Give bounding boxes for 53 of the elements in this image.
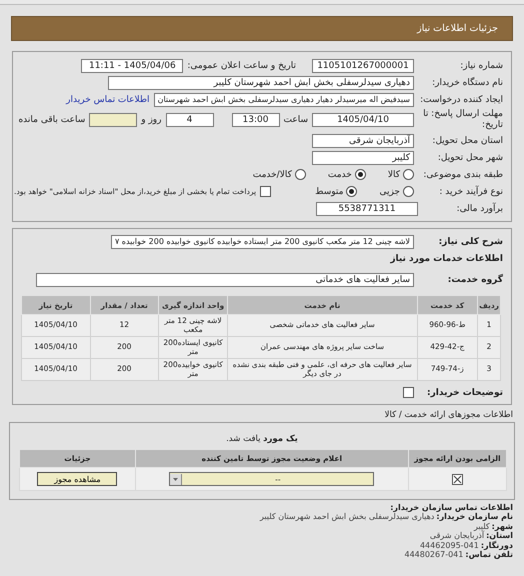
field-label: ساعت باقی مانده [18,115,86,125]
service-group-field: سایر فعالیت های خدماتی [36,272,414,286]
section-title: اطلاعات مجوزهای ارائه خدمت / کالا [384,410,513,420]
category-radio[interactable]: کالا [388,169,414,180]
buyer-org-field: دهیاری سیدلرسفلی بخش ابش احمد شهرستان کلیبر [108,76,414,90]
category-radio[interactable]: کالا/خدمت [252,169,306,180]
field-label: ساعت [284,115,308,125]
field-label: روز و [141,115,162,125]
category-radio[interactable]: خدمت [328,169,366,180]
contact-label: استان: [486,531,513,540]
buyer-contact-link[interactable]: اطلاعات تماس خریدار [66,94,150,104]
result-count: یک مورد یافت شد. [225,433,299,446]
field-label: طبقه بندی موضوعی: [422,170,503,180]
field-label: توضیحات خریدار: [426,388,503,398]
remaining-hours-field [89,113,138,127]
contact-value: آذربایجان شرقی [430,531,484,540]
city-field: کلیبر [312,150,414,164]
field-label: استان محل تحویل: [431,136,503,146]
contact-value: 041-44480267 [404,550,464,560]
budget-field: 5538771311 [316,202,418,216]
contact-title: اطلاعات تماس سازمان خریدار: [390,503,513,512]
deadline-time-field: 13:00 [232,113,280,127]
field-label: شهر محل تحویل: [436,152,503,162]
announce-date-field: 1405/04/06 - 11:11 [81,58,184,72]
field-label: نوع فرآیند خرید : [438,186,503,196]
purchase-type-radio[interactable]: متوسط [315,186,358,197]
days-field: 4 [166,113,214,127]
field-label: تاریخ و ساعت اعلان عمومی: [187,60,296,70]
contact-value: 041-44462095 [420,540,479,550]
need-number-field: 1105101267000001 [312,58,414,72]
contact-label: دورنگار: [480,540,513,550]
section-title: اطلاعات خدمات مورد نیاز [390,254,503,264]
contact-value: دهیاری سیدلرسفلی بخش ابش احمد شهرستان کلیبر [260,512,434,522]
requester-field: سیدفیض اله میرسیدلر دهیار دهیاری سیدلرسفلی بخش ابش احمد شهرستان [154,92,414,106]
buyer-notes-checkbox[interactable] [403,387,414,398]
summary-field: لاشه چینی 12 متر مکعب کانیوی 200 متر ایستاده خوابیده کانیوی خوابیده 200 خوابیده ۷ [110,234,414,248]
contact-value: کلیبر [474,522,490,531]
contact-label: نام سازمان خریدار: [436,512,513,522]
page-header: جزئیات اطلاعات نیاز [11,16,513,41]
deadline-date-field: 1405/04/10 [312,113,414,127]
purchase-type-radio[interactable]: جزیی [379,186,414,197]
field-label: گروه خدمت: [446,274,503,284]
field-label: مهلت ارسال پاسخ: تا تاریخ: [422,109,503,131]
dropdown-arrow-icon [170,474,182,484]
payment-checkbox[interactable] [260,186,272,197]
view-permit-button[interactable]: مشاهده مجوز [37,472,118,486]
field-label: شماره نیاز: [459,60,503,70]
contact-label: تلفن تماس: [465,550,513,560]
field-label: ایجاد کننده درخواست: [419,94,503,104]
field-label: برآورد مالی: [456,204,503,214]
field-label: شرح کلی نیاز: [438,236,503,246]
contact-label: شهر: [492,522,513,531]
field-label: نام دستگاه خریدار: [431,78,503,88]
